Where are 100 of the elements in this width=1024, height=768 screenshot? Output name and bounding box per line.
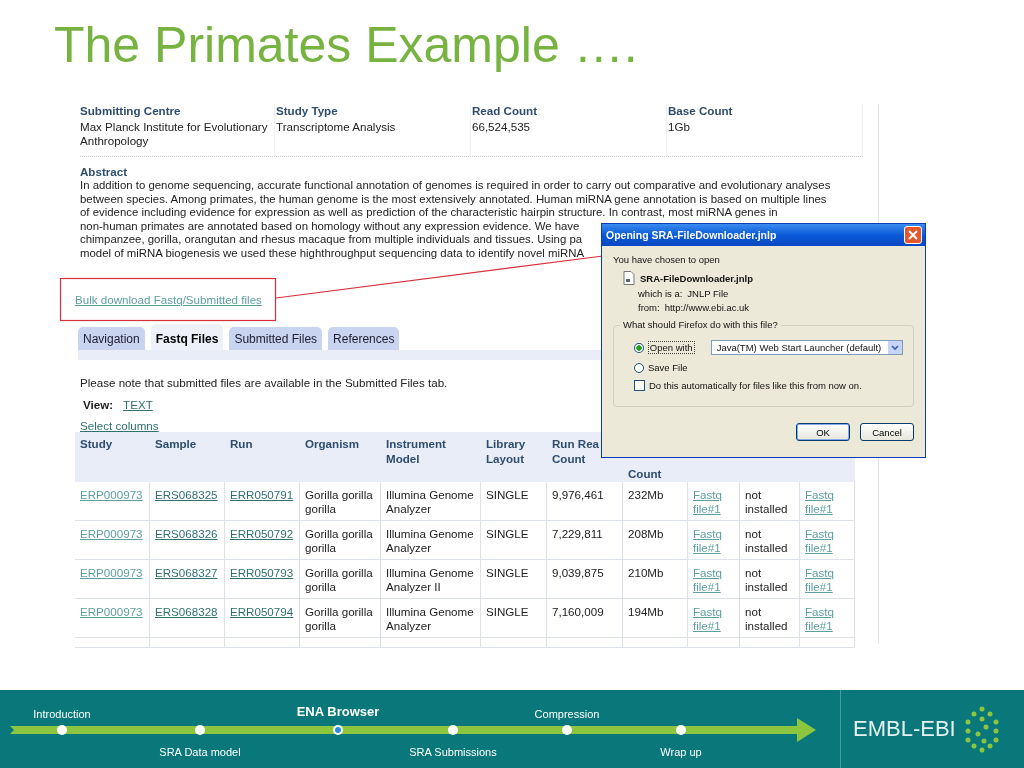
option-label[interactable]: Do this automatically for files like this from now on. [649, 380, 862, 391]
table-link[interactable]: Fastq file#1 [805, 487, 849, 516]
meta-label: from: [638, 302, 660, 313]
table-link[interactable]: Fastq file#1 [693, 526, 734, 555]
tab[interactable]: Submitted Files [229, 326, 323, 350]
file-name: SRA-FileDownloader.jnlp [640, 272, 753, 284]
table-link[interactable]: ERP000973 [80, 565, 143, 580]
tab[interactable]: References [328, 326, 400, 350]
field-label: Base Count [668, 104, 733, 117]
group-legend: What should Firefox do with this file? [620, 319, 781, 330]
dialog-button[interactable]: Cancel [860, 423, 914, 441]
table-cell: 210Mb [628, 565, 664, 579]
table-link[interactable]: Fastq file#1 [805, 526, 849, 555]
field-value: 66,524,535 [472, 120, 531, 134]
radio-button[interactable] [634, 362, 644, 373]
option-label[interactable]: Save File [648, 362, 688, 373]
column-header: Model [386, 450, 420, 466]
app-dropdown[interactable]: Java(TM) Web Start Launcher (default) [710, 340, 903, 355]
meta-value: JNLP File [687, 288, 729, 299]
step-label[interactable]: SRA Data model [159, 746, 241, 758]
table-cell: 9,039,875 [552, 565, 604, 579]
tab[interactable]: Navigation [78, 326, 145, 350]
table-link[interactable]: Fastq file#1 [805, 565, 849, 594]
table-link[interactable]: ERS068326 [155, 526, 218, 541]
field-value: 1Gb [668, 120, 690, 134]
step-label[interactable]: Introduction [33, 708, 91, 720]
logo-text: EMBL-EBI [853, 716, 956, 742]
table-cell: Illumina Genome Analyzer [386, 526, 474, 554]
step-label[interactable]: ENA Browser [296, 704, 380, 719]
abstract-line: non-human primates are annotated based on homology without any expression evidence. We have [80, 219, 580, 234]
field-label: Submitting Centre [80, 104, 181, 117]
table-link[interactable]: ERP000973 [80, 526, 143, 541]
table-cell: 208Mb [628, 526, 664, 540]
abstract-line: In addition to genome sequencing, accurate functional annotation of genomes is required in order to carry out comparative and evolutionary analyses [80, 179, 831, 193]
table-link[interactable]: Fastq file#1 [805, 604, 849, 633]
table-link[interactable]: ERR050792 [230, 526, 294, 541]
table-link[interactable]: ERP000973 [80, 487, 143, 502]
field-label: Read Count [472, 104, 538, 117]
column-header: Run [230, 435, 253, 451]
table-link[interactable]: ERR050793 [230, 565, 294, 580]
column-header: Count [628, 465, 662, 481]
dialog-text: You have chosen to open [613, 254, 720, 265]
table-cell: 7,160,009 [552, 604, 604, 618]
table-link[interactable]: ERR050791 [230, 487, 294, 502]
step-label[interactable]: SRA Submissions [409, 746, 497, 758]
table-cell: not installed [745, 565, 788, 593]
abstract-line: model of miRNA biogenesis we used these highthroughput sequencing data to identify novel miRNA [80, 246, 585, 261]
table-link[interactable]: ERS068327 [155, 565, 218, 580]
table-cell: Gorilla gorilla gorilla [305, 526, 373, 554]
table-cell: 194Mb [628, 604, 664, 618]
table-cell: Illumina Genome Analyzer [386, 487, 474, 515]
select-columns-link[interactable]: Select columns [80, 418, 159, 432]
column-header: Instrument [386, 435, 446, 451]
column-header: Organism [305, 435, 360, 451]
table-cell: SINGLE [486, 604, 529, 618]
table-link[interactable]: Fastq file#1 [693, 604, 734, 633]
table-link[interactable]: ERR050794 [230, 604, 294, 619]
abstract-line: of evidence including evidence for expression as well as prediction of the characteristic hairpin structure. In contrast, most miRNA genes in [80, 206, 778, 220]
step-label[interactable]: Compression [534, 708, 600, 720]
bulk-download-link[interactable]: Bulk download Fastq/Submitted files [75, 292, 262, 306]
table-cell: 232Mb [628, 487, 664, 501]
checkbox[interactable] [634, 380, 645, 391]
table-link[interactable]: Fastq file#1 [693, 565, 734, 594]
abstract-label: Abstract [80, 165, 128, 178]
note-text: Please note that submitted files are available in the Submitted Files tab. [79, 374, 448, 389]
table-link[interactable]: ERS068325 [155, 487, 218, 502]
dialog-title: Opening SRA-FileDownloader.jnlp [606, 229, 777, 241]
slide-title: The Primates Example …. [54, 16, 638, 75]
table-cell: SINGLE [486, 565, 529, 579]
radio-button[interactable] [634, 342, 644, 353]
step-label[interactable]: Wrap up [660, 746, 702, 758]
file-icon [623, 271, 635, 285]
field-value: Transcriptome Analysis [276, 120, 396, 134]
table-cell: not installed [745, 526, 788, 554]
table-cell: Illumina Genome Analyzer II [386, 565, 474, 593]
table-cell: SINGLE [486, 487, 529, 501]
column-header: Sample [155, 435, 197, 451]
table-cell: 7,229,811 [552, 526, 603, 540]
column-header: Library [486, 435, 526, 451]
table-cell: Illumina Genome Analyzer [386, 604, 474, 632]
text-view-link[interactable]: TEXT [123, 397, 153, 411]
option-label[interactable]: Open with [647, 341, 695, 354]
table-link[interactable]: ERP000973 [80, 604, 143, 619]
field-value: Max Planck Institute for Evolutionary Anthropology [80, 120, 269, 148]
table-link[interactable]: Fastq file#1 [693, 487, 734, 516]
column-header: Layout [486, 450, 524, 466]
abstract-line: between species. Among primates, the human genome is the most extensively annotated. Human miRNA gene annotation is based on multiple lines [80, 192, 827, 207]
close-button[interactable] [904, 226, 922, 244]
table-cell: Gorilla gorilla gorilla [305, 565, 373, 593]
column-header: Run Rea [552, 435, 600, 451]
table-cell: SINGLE [486, 526, 529, 540]
table-cell: not installed [745, 604, 788, 632]
table-cell: Gorilla gorilla gorilla [305, 604, 373, 632]
dialog-button[interactable]: OK [796, 423, 850, 441]
table-cell: Gorilla gorilla gorilla [305, 487, 373, 515]
tab[interactable]: Fastq Files [150, 323, 224, 350]
column-header: Study [80, 435, 113, 451]
table-link[interactable]: ERS068328 [155, 604, 218, 619]
caret-icon [891, 344, 899, 351]
table-cell: not installed [745, 487, 788, 515]
